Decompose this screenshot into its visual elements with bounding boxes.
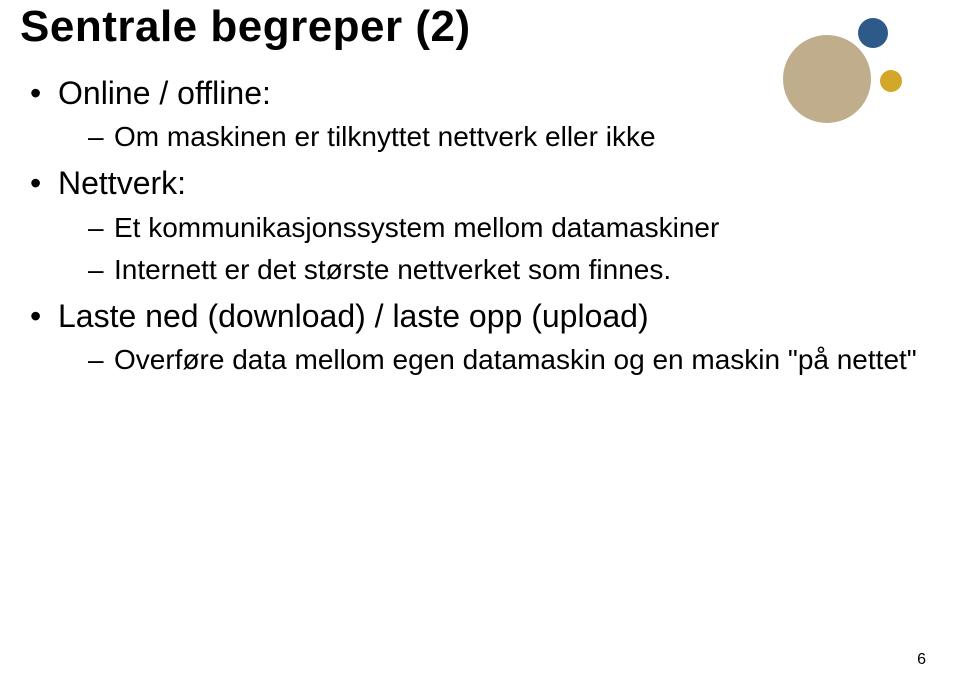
list-item-text: Laste ned (download) / laste opp (upload… [58, 298, 649, 334]
sub-list: Et kommunikasjonssystem mellom datamaski… [58, 207, 920, 291]
sub-list-item-text: Et kommunikasjonssystem mellom datamaski… [114, 212, 719, 243]
sub-list-item-text: Overføre data mellom egen datamaskin og … [114, 344, 917, 375]
sub-list: Overføre data mellom egen datamaskin og … [58, 339, 920, 381]
list-item: Online / offline: Om maskinen er tilknyt… [30, 70, 920, 158]
sub-list-item: Internett er det største nettverket som … [88, 249, 920, 291]
slide: Sentrale begreper (2) Online / offline: … [0, 0, 960, 687]
slide-title: Sentrale begreper (2) [20, 0, 920, 52]
sub-list-item-text: Om maskinen er tilknyttet nettverk eller… [114, 121, 656, 152]
page-number: 6 [917, 651, 926, 669]
list-item: Nettverk: Et kommunikasjonssystem mellom… [30, 160, 920, 290]
sub-list: Om maskinen er tilknyttet nettverk eller… [58, 116, 920, 158]
list-item: Laste ned (download) / laste opp (upload… [30, 293, 920, 381]
list-item-text: Online / offline: [58, 75, 271, 111]
list-item-text: Nettverk: [58, 165, 186, 201]
sub-list-item: Et kommunikasjonssystem mellom datamaski… [88, 207, 920, 249]
sub-list-item-text: Internett er det største nettverket som … [114, 254, 671, 285]
sub-list-item: Om maskinen er tilknyttet nettverk eller… [88, 116, 920, 158]
sub-list-item: Overføre data mellom egen datamaskin og … [88, 339, 920, 381]
bullet-list: Online / offline: Om maskinen er tilknyt… [20, 70, 920, 381]
